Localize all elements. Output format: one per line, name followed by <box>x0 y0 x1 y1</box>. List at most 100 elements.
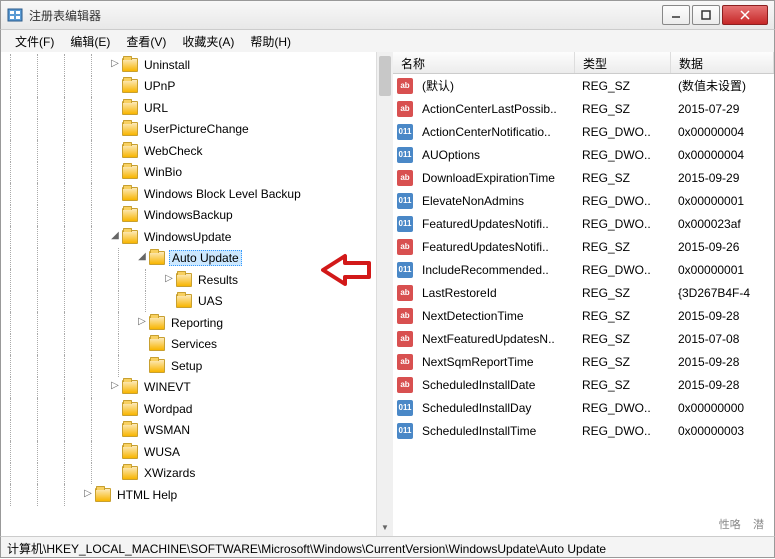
value-row[interactable]: abFeaturedUpdatesNotifi..REG_SZ2015-09-2… <box>393 235 774 258</box>
folder-icon <box>122 445 138 459</box>
tree-node[interactable]: URL <box>1 97 375 119</box>
tree-indent-line <box>10 97 28 119</box>
tree-node-label: WUSA <box>142 445 182 459</box>
tree-node-label: WindowsBackup <box>142 208 235 222</box>
menu-help[interactable]: 帮助(H) <box>242 31 299 52</box>
tree-expander-icon[interactable]: ◢ <box>109 231 121 243</box>
string-value-icon: ab <box>397 101 413 117</box>
tree-node[interactable]: UserPictureChange <box>1 119 375 141</box>
tree-node[interactable]: ▷Reporting <box>1 312 375 334</box>
tree-node-label: WinBio <box>142 165 184 179</box>
value-row[interactable]: abNextFeaturedUpdatesN..REG_SZ2015-07-08 <box>393 327 774 350</box>
value-row[interactable]: 011FeaturedUpdatesNotifi..REG_DWO..0x000… <box>393 212 774 235</box>
tree-node[interactable]: WebCheck <box>1 140 375 162</box>
tree-node[interactable]: UPnP <box>1 76 375 98</box>
window-title: 注册表编辑器 <box>29 7 662 24</box>
value-row[interactable]: abScheduledInstallDateREG_SZ2015-09-28 <box>393 373 774 396</box>
value-row[interactable]: 011AUOptionsREG_DWO..0x00000004 <box>393 143 774 166</box>
tree-node[interactable]: ◢Auto Update <box>1 248 375 270</box>
dword-value-icon: 011 <box>397 193 413 209</box>
tree-node[interactable]: ▷ HTML Help <box>1 484 375 506</box>
tree-indent-line <box>37 76 55 98</box>
column-header-type[interactable]: 类型 <box>575 52 671 73</box>
folder-icon <box>122 79 138 93</box>
menu-view[interactable]: 查看(V) <box>118 31 174 52</box>
tree-expander-icon <box>109 80 121 92</box>
tree-indent-line <box>37 119 55 141</box>
dword-value-icon: 011 <box>397 124 413 140</box>
values-list[interactable]: 名称 类型 数据 ab(默认)REG_SZ(数值未设置)abActionCent… <box>393 52 774 536</box>
close-button[interactable] <box>722 5 768 25</box>
folder-icon <box>122 423 138 437</box>
menu-edit[interactable]: 编辑(E) <box>62 31 118 52</box>
menu-favorites[interactable]: 收藏夹(A) <box>174 31 242 52</box>
tree-node[interactable]: Windows Block Level Backup <box>1 183 375 205</box>
folder-icon <box>122 187 138 201</box>
tree-expander-icon[interactable]: ▷ <box>82 489 94 501</box>
tree-expander-icon[interactable]: ◢ <box>136 252 148 264</box>
value-row[interactable]: abNextSqmReportTimeREG_SZ2015-09-28 <box>393 350 774 373</box>
scroll-thumb[interactable] <box>379 56 391 96</box>
tree-indent-line <box>118 312 136 334</box>
tree-indent-line <box>64 162 82 184</box>
tree-node[interactable]: WinBio <box>1 162 375 184</box>
value-row[interactable]: 011ScheduledInstallTimeREG_DWO..0x000000… <box>393 419 774 442</box>
tree-expander-icon[interactable]: ▷ <box>109 59 121 71</box>
tree-node-label: Results <box>196 273 240 287</box>
tree-node[interactable]: ▷Uninstall <box>1 54 375 76</box>
value-row[interactable]: 011ScheduledInstallDayREG_DWO..0x0000000… <box>393 396 774 419</box>
minimize-button[interactable] <box>662 5 690 25</box>
tree-node-label: UPnP <box>142 79 177 93</box>
tree-expander-icon <box>109 467 121 479</box>
tree-indent-line <box>10 119 28 141</box>
value-row[interactable]: 011ElevateNonAdminsREG_DWO..0x00000001 <box>393 189 774 212</box>
tree-node[interactable]: Services <box>1 334 375 356</box>
tree-node[interactable]: WindowsBackup <box>1 205 375 227</box>
tree-node-label: UserPictureChange <box>142 122 251 136</box>
tree-node[interactable]: ▷WINEVT <box>1 377 375 399</box>
tree-node[interactable]: UAS <box>1 291 375 313</box>
tree-node-label: HTML Help <box>115 488 179 502</box>
tree-indent-line <box>10 162 28 184</box>
value-type: REG_SZ <box>576 169 672 187</box>
tree-indent-line <box>37 484 55 506</box>
value-name: FeaturedUpdatesNotifi.. <box>416 238 576 256</box>
tree-expander-icon[interactable]: ▷ <box>163 274 175 286</box>
column-header-name[interactable]: 名称 <box>393 52 575 73</box>
tree-node[interactable]: Wordpad <box>1 398 375 420</box>
tree-indent-line <box>64 76 82 98</box>
scroll-down-button[interactable]: ▼ <box>377 519 393 536</box>
registry-tree[interactable]: ▷Uninstall UPnP URL UserPictureChange WebChe… <box>1 52 393 536</box>
tree-indent-line <box>37 334 55 356</box>
tree-indent-line <box>64 420 82 442</box>
tree-node[interactable]: XWizards <box>1 463 375 485</box>
value-name: NextSqmReportTime <box>416 353 576 371</box>
value-row[interactable]: 011IncludeRecommended..REG_DWO..0x000000… <box>393 258 774 281</box>
menu-file[interactable]: 文件(F) <box>7 31 62 52</box>
value-row[interactable]: abLastRestoreIdREG_SZ{3D267B4F-4 <box>393 281 774 304</box>
tree-node[interactable]: ◢WindowsUpdate <box>1 226 375 248</box>
tree-node[interactable]: Setup <box>1 355 375 377</box>
value-type: REG_SZ <box>576 77 672 95</box>
value-row[interactable]: abActionCenterLastPossib..REG_SZ2015-07-… <box>393 97 774 120</box>
value-row[interactable]: 011ActionCenterNotificatio..REG_DWO..0x0… <box>393 120 774 143</box>
tree-node[interactable]: WUSA <box>1 441 375 463</box>
tree-expander-icon[interactable]: ▷ <box>136 317 148 329</box>
tree-indent-line <box>10 76 28 98</box>
tree-node-label: XWizards <box>142 466 197 480</box>
tree-node[interactable]: ▷ Results <box>1 269 375 291</box>
tree-indent-line <box>10 420 28 442</box>
value-row[interactable]: abDownloadExpirationTimeREG_SZ2015-09-29 <box>393 166 774 189</box>
tree-indent-line <box>37 205 55 227</box>
tree-node-label: WebCheck <box>142 144 204 158</box>
value-name: (默认) <box>416 75 576 96</box>
tree-indent-line <box>37 398 55 420</box>
tree-scrollbar[interactable]: ▲ ▼ <box>376 52 393 536</box>
column-header-data[interactable]: 数据 <box>671 52 774 73</box>
tree-indent-line <box>10 140 28 162</box>
tree-node[interactable]: WSMAN <box>1 420 375 442</box>
maximize-button[interactable] <box>692 5 720 25</box>
value-row[interactable]: ab(默认)REG_SZ(数值未设置) <box>393 74 774 97</box>
value-row[interactable]: abNextDetectionTimeREG_SZ2015-09-28 <box>393 304 774 327</box>
tree-expander-icon[interactable]: ▷ <box>109 381 121 393</box>
